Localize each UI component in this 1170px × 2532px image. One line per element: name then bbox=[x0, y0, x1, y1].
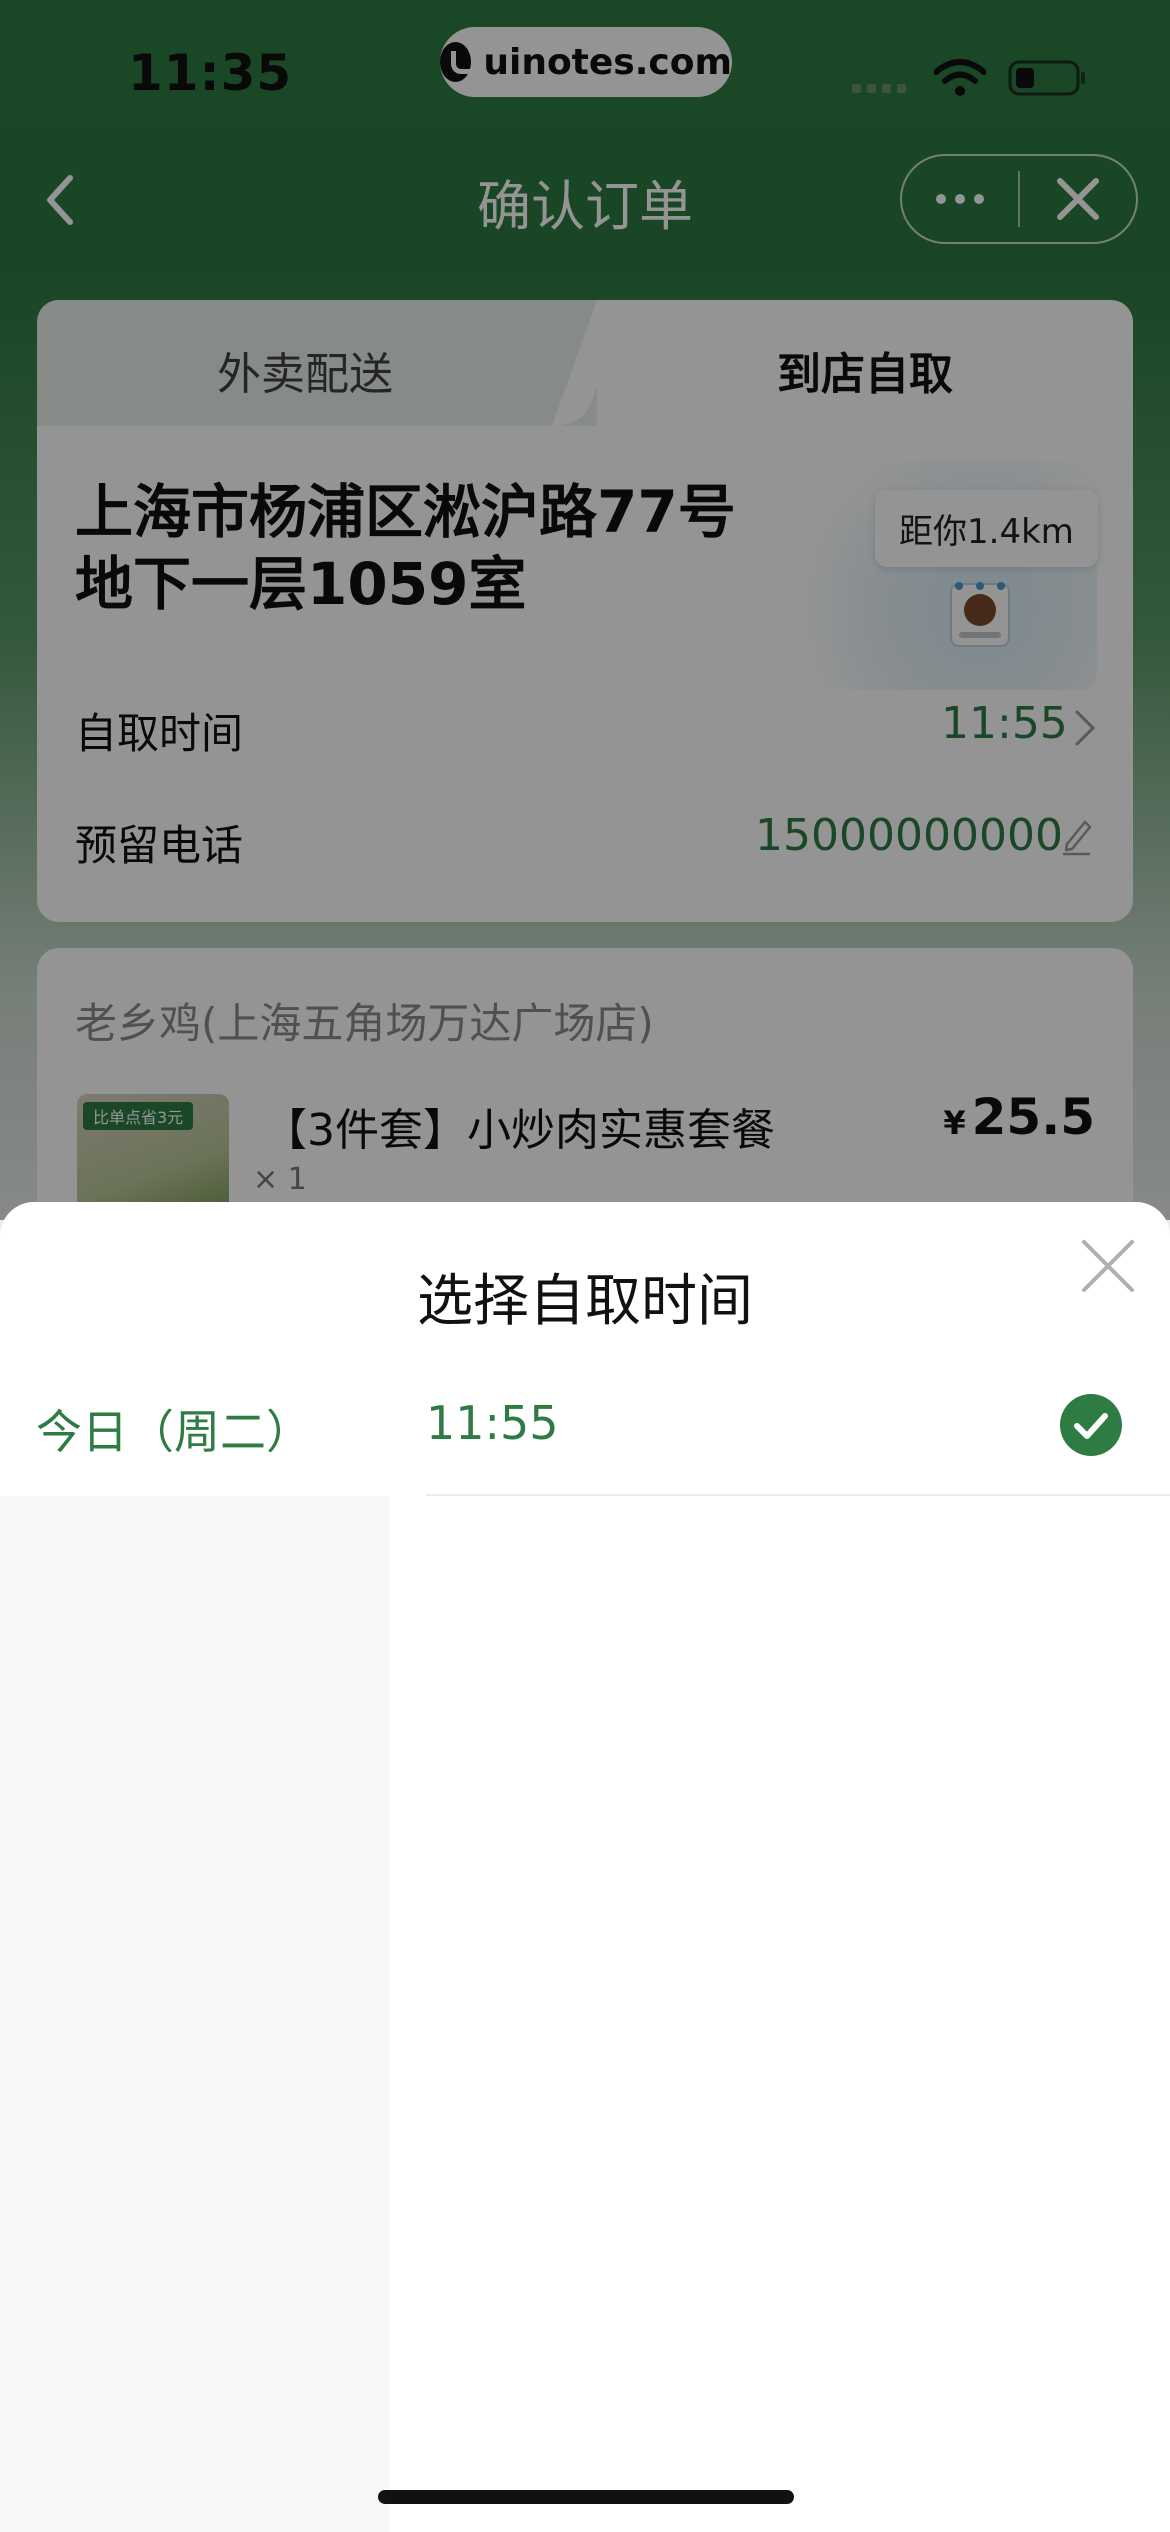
modal-overlay[interactable] bbox=[0, 0, 1170, 1220]
close-icon[interactable] bbox=[1080, 1238, 1136, 1294]
home-indicator bbox=[378, 2490, 794, 2504]
day-label: 今日（周二） bbox=[36, 1405, 312, 1459]
pickup-time-sheet: 选择自取时间 今日（周二） 11:55 bbox=[0, 1202, 1170, 2532]
checkmark-icon bbox=[1060, 1394, 1122, 1456]
time-label: 11:55 bbox=[426, 1396, 559, 1450]
time-option[interactable]: 11:55 bbox=[426, 1356, 1170, 1496]
sheet-title: 选择自取时间 bbox=[417, 1269, 753, 1334]
day-column: 今日（周二） bbox=[0, 1356, 426, 2532]
day-item-today[interactable]: 今日（周二） bbox=[0, 1356, 426, 1496]
